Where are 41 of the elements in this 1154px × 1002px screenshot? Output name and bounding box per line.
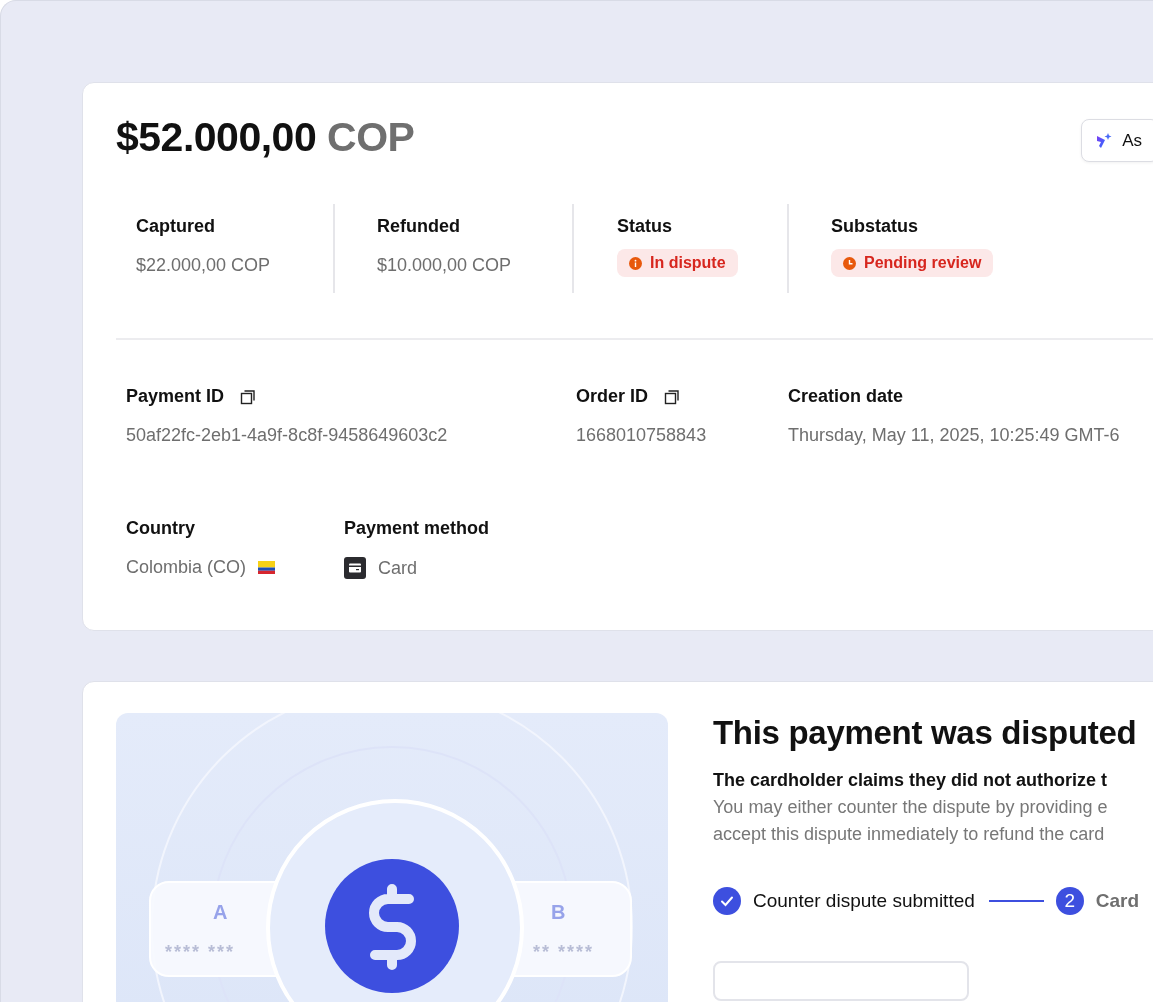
- copy-icon[interactable]: [664, 388, 681, 405]
- card-number: **** ***: [165, 942, 236, 963]
- field-value: Card: [378, 557, 417, 579]
- field-value: $22.000,00 COP: [136, 255, 272, 276]
- dispute-title: This payment was disputed: [713, 714, 1138, 752]
- card-number: ** ****: [533, 942, 595, 963]
- field-label: Order ID: [576, 386, 649, 407]
- field-value: $10.000,00 COP: [377, 255, 513, 276]
- field-label: Creation date: [788, 386, 904, 407]
- field-label: Status: [617, 216, 673, 237]
- step-connector: [988, 900, 1044, 902]
- field-label: Payment ID: [126, 386, 225, 407]
- card-letter: B: [551, 901, 566, 924]
- field-value: Thursday, May 11, 2025, 10:25:49 GMT-6: [788, 425, 1120, 446]
- field-value: 50af22fc-2eb1-4a9f-8c8f-9458649603c2: [126, 425, 448, 446]
- field-value: Colombia (CO): [126, 557, 247, 578]
- step-label: Card: [1095, 890, 1140, 912]
- dispute-reason: The cardholder claims they did not authorize t: [713, 770, 1109, 791]
- card-letter: A: [213, 901, 228, 924]
- info-icon: [629, 256, 642, 270]
- dispute-description: You may either counter the dispute by providing e: [713, 797, 1109, 818]
- card-icon: [344, 557, 366, 579]
- field-label: Refunded: [377, 216, 461, 237]
- amount: $52.000,00: [116, 114, 317, 160]
- dispute-description: accept this dispute inmediately to refund the card: [713, 824, 1106, 845]
- copy-icon[interactable]: [240, 388, 257, 405]
- step-number: 2: [1055, 887, 1084, 915]
- field-label: Country: [126, 518, 195, 539]
- field-label: Captured: [136, 216, 216, 237]
- ask-button[interactable]: As: [1081, 119, 1153, 162]
- field-value: 1668010758843: [576, 425, 707, 446]
- currency: COP: [327, 114, 415, 160]
- clock-icon: [843, 256, 856, 270]
- step-label: Counter dispute submitted: [753, 890, 975, 912]
- sparkle-icon: [1095, 131, 1114, 150]
- flag-icon: [258, 561, 276, 574]
- status-badge: Pending review: [831, 249, 994, 277]
- dollar-icon: [325, 859, 459, 993]
- field-label: Substatus: [831, 216, 919, 237]
- field-label: Payment method: [344, 518, 490, 539]
- status-badge: In dispute: [617, 249, 738, 277]
